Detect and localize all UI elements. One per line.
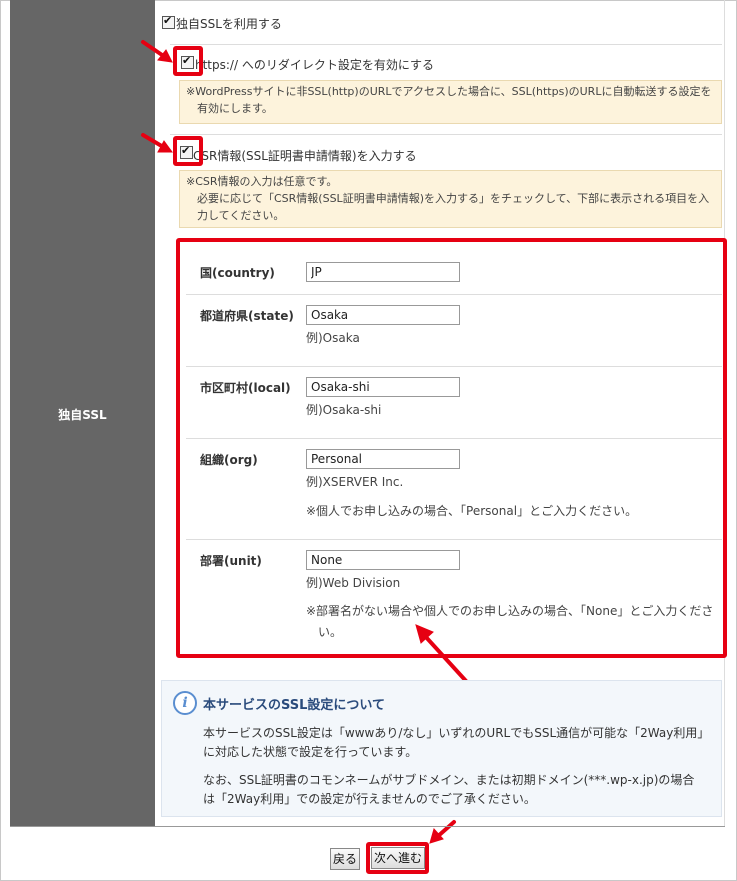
info-text: は「2Way利用」での設定が行えませんのでご了承ください。	[203, 792, 536, 806]
info-icon: i	[173, 691, 197, 715]
next-button[interactable]: 次へ進む	[371, 847, 425, 869]
info-title: 本サービスのSSL設定について	[203, 698, 386, 713]
ssl-info-box: i 本サービスのSSL設定について 本サービスのSSL設定は「wwwあり/なし」…	[161, 680, 722, 817]
info-text: に対応した状態で設定を行っています。	[203, 745, 418, 759]
table-bottom-border	[10, 826, 725, 827]
info-text: 本サービスのSSL設定は「wwwあり/なし」いずれのURLでもSSL通信が可能な…	[203, 726, 710, 740]
info-text: なお、SSL証明書のコモンネームがサブドメイン、または初期ドメイン(***.wp…	[203, 773, 695, 787]
back-button[interactable]: 戻る	[330, 848, 360, 870]
